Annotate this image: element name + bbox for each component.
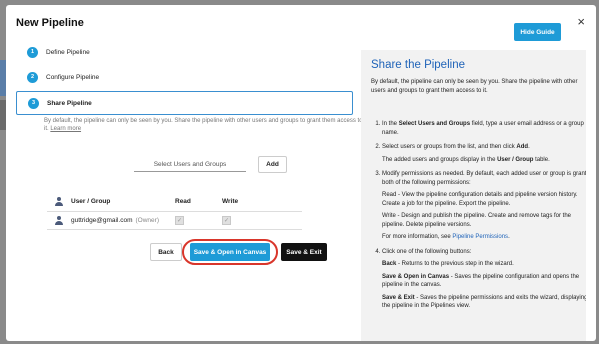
add-button[interactable]: Add [258,156,287,173]
step-label: Share Pipeline [47,99,92,107]
permissions-table-header: User / Group Read Write [47,192,302,212]
guide-panel: Share the Pipeline By default, the pipel… [361,50,586,341]
guide-step: Modify permissions as needed. By default… [382,170,586,242]
read-checkbox[interactable]: ✓ [175,216,184,225]
table-row: guttridge@gmail.com (Owner) ✓ ✓ [47,212,302,230]
save-open-in-canvas-button[interactable]: Save & Open in Canvas [190,243,270,261]
pipeline-permissions-link[interactable]: Pipeline Permissions [452,234,508,240]
user-icon [54,216,63,225]
new-pipeline-dialog: New Pipeline × Hide Guide 1 Define Pipel… [6,5,596,341]
dialog-title: New Pipeline [16,17,84,29]
close-icon[interactable]: × [577,14,585,29]
back-button[interactable]: Back [150,243,182,261]
share-description-text: By default, the pipeline can only be see… [44,118,363,132]
guide-step: Select users or groups from the list, an… [382,143,586,164]
step-label: Configure Pipeline [46,73,100,81]
write-checkbox-cell: ✓ [222,212,231,229]
step-define-pipeline[interactable]: 1 Define Pipeline [16,40,336,64]
learn-more-link[interactable]: Learn more [50,126,81,132]
step-configure-pipeline[interactable]: 2 Configure Pipeline [16,65,336,89]
user-icon [54,197,63,206]
guide-title: Share the Pipeline [371,59,465,71]
share-description: By default, the pipeline can only be see… [44,117,364,133]
step-label: Define Pipeline [46,48,90,56]
step-number-badge: 1 [27,46,38,58]
select-users-and-groups-input[interactable]: Select Users and Groups [134,157,246,172]
user-cell: guttridge@gmail.com (Owner) [71,212,159,229]
step-share-pipeline[interactable]: 3 Share Pipeline [16,91,353,115]
user-email: guttridge@gmail.com [71,217,133,224]
hide-guide-button[interactable]: Hide Guide [514,23,561,41]
guide-step: In the Select Users and Groups field, ty… [382,120,586,137]
column-header-read: Read [175,198,191,205]
step-number-badge: 3 [28,97,39,109]
read-checkbox-cell: ✓ [175,212,184,229]
step-number-badge: 2 [27,71,38,83]
column-header-user-group: User / Group [71,198,111,205]
column-header-write: Write [222,198,239,205]
guide-intro: By default, the pipeline can only be see… [371,79,578,94]
write-checkbox[interactable]: ✓ [222,216,231,225]
owner-label: (Owner) [135,217,159,224]
save-exit-button[interactable]: Save & Exit [281,243,327,261]
guide-step: Click one of the following buttons: Back… [382,248,586,311]
guide-steps: In the Select Users and Groups field, ty… [371,120,586,317]
